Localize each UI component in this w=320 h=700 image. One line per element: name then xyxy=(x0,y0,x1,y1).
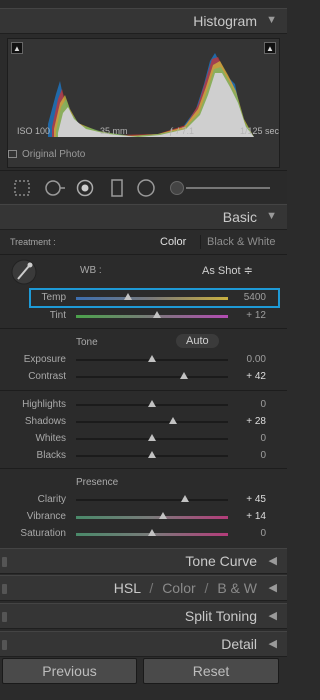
divider xyxy=(0,468,287,469)
histogram-panel: ▲ ▲ ISO 100 35 mm ƒ / 7.1 1/125 sec Orig… xyxy=(7,38,280,168)
temp-label: Temp xyxy=(41,292,66,303)
expand-triangle-icon[interactable]: ◀ xyxy=(269,609,277,622)
red-eye-icon[interactable] xyxy=(76,179,94,197)
tint-label: Tint xyxy=(49,310,66,321)
temp-value[interactable]: 5400 xyxy=(231,292,266,303)
collapse-triangle-icon[interactable]: ▼ xyxy=(266,210,277,222)
exposure-slider-thumb[interactable] xyxy=(148,355,156,362)
adjustment-brush-icon[interactable] xyxy=(170,179,270,197)
highlights-slider-thumb[interactable] xyxy=(148,400,156,407)
expand-triangle-icon[interactable]: ◀ xyxy=(269,637,277,650)
highlights-label: Highlights xyxy=(22,399,66,410)
radial-filter-icon[interactable] xyxy=(137,179,155,197)
checkbox-icon[interactable] xyxy=(8,150,17,158)
vibrance-value[interactable]: + 14 xyxy=(231,511,266,522)
wb-eyedropper-icon[interactable] xyxy=(10,258,38,286)
exposure-value[interactable]: 0.00 xyxy=(231,354,266,365)
reset-button[interactable]: Reset xyxy=(143,658,279,684)
tool-strip xyxy=(0,170,287,203)
saturation-slider-thumb[interactable] xyxy=(148,529,156,536)
tint-slider[interactable] xyxy=(76,315,228,318)
saturation-label: Saturation xyxy=(20,528,66,539)
contrast-value[interactable]: + 42 xyxy=(231,371,266,382)
split-toning-header[interactable]: Split Toning ◀ xyxy=(0,603,287,629)
whites-value[interactable]: 0 xyxy=(231,433,266,444)
spot-removal-icon[interactable] xyxy=(44,179,66,197)
shadows-slider[interactable] xyxy=(76,421,228,423)
divider xyxy=(0,390,287,391)
shadows-slider-thumb[interactable] xyxy=(169,417,178,424)
shadows-value[interactable]: + 28 xyxy=(231,416,266,427)
presence-group-title: Presence xyxy=(76,477,119,488)
basic-header[interactable]: Basic ▼ xyxy=(0,204,287,230)
clarity-slider[interactable] xyxy=(76,499,228,501)
aperture-value: ƒ / 7.1 xyxy=(169,126,195,136)
shadow-clipping-button[interactable]: ▲ xyxy=(11,42,23,54)
exposure-label: Exposure xyxy=(23,354,66,365)
blacks-slider-thumb[interactable] xyxy=(148,451,156,458)
temp-slider-thumb[interactable] xyxy=(124,293,132,300)
expand-triangle-icon[interactable]: ◀ xyxy=(269,554,277,567)
tone-curve-header[interactable]: Tone Curve ◀ xyxy=(0,548,287,574)
vibrance-slider-thumb[interactable] xyxy=(158,512,167,519)
treatment-label: Treatment : xyxy=(10,237,56,247)
clarity-label: Clarity xyxy=(37,494,66,505)
contrast-label: Contrast xyxy=(28,371,66,382)
original-photo-toggle[interactable]: Original Photo xyxy=(8,149,85,160)
tone-group-title: Tone xyxy=(76,337,98,348)
treatment-bw-option[interactable]: Black & White xyxy=(200,235,281,249)
vibrance-label: Vibrance xyxy=(26,511,66,522)
tint-value[interactable]: + 12 xyxy=(231,310,266,321)
shadows-label: Shadows xyxy=(24,416,66,427)
contrast-slider-thumb[interactable] xyxy=(179,372,188,379)
divider xyxy=(0,254,287,255)
panel-switch-icon[interactable] xyxy=(2,584,7,594)
graduated-filter-icon[interactable] xyxy=(108,179,126,197)
wb-label: WB : xyxy=(80,265,102,276)
temp-slider[interactable] xyxy=(76,297,228,300)
panel-switch-icon[interactable] xyxy=(2,640,7,650)
histogram-header[interactable]: Histogram ▼ xyxy=(0,8,287,34)
hsl-tab[interactable]: HSL xyxy=(114,580,141,596)
whites-slider-thumb[interactable] xyxy=(148,434,156,441)
auto-tone-button[interactable]: Auto xyxy=(176,334,219,348)
blacks-value[interactable]: 0 xyxy=(231,450,266,461)
crop-icon[interactable] xyxy=(13,179,31,197)
histogram-title: Histogram xyxy=(193,13,257,29)
original-photo-label: Original Photo xyxy=(22,149,86,160)
detail-title: Detail xyxy=(221,636,257,652)
focal-length: 35 mm xyxy=(100,126,128,136)
treatment-color-option[interactable]: Color xyxy=(160,236,186,248)
previous-button[interactable]: Previous xyxy=(2,658,137,684)
hsl-separator: / xyxy=(149,580,154,596)
histogram-graph xyxy=(48,53,254,137)
panel-switch-icon[interactable] xyxy=(2,557,7,567)
shutter-value: 1/125 sec xyxy=(239,126,279,136)
highlight-clipping-button[interactable]: ▲ xyxy=(264,42,276,54)
tone-curve-title: Tone Curve xyxy=(185,553,257,569)
bw-tab[interactable]: B & W xyxy=(217,580,257,596)
clarity-slider-thumb[interactable] xyxy=(181,495,190,502)
collapse-triangle-icon[interactable]: ▼ xyxy=(266,14,277,26)
color-tab[interactable]: Color xyxy=(162,580,195,596)
basic-title: Basic xyxy=(222,209,257,225)
contrast-slider[interactable] xyxy=(76,376,228,378)
iso-value: ISO 100 xyxy=(17,126,51,136)
treatment-row: Treatment : Color Black & White xyxy=(0,232,287,252)
highlights-value[interactable]: 0 xyxy=(231,399,266,410)
detail-header[interactable]: Detail ◀ xyxy=(0,631,287,657)
whites-label: Whites xyxy=(35,433,66,444)
tint-slider-thumb[interactable] xyxy=(153,311,161,318)
hsl-separator: / xyxy=(204,580,209,596)
expand-triangle-icon[interactable]: ◀ xyxy=(269,581,277,594)
split-toning-title: Split Toning xyxy=(184,608,257,624)
vibrance-slider[interactable] xyxy=(76,516,228,519)
wb-dropdown[interactable]: As Shot ≑ xyxy=(202,264,253,277)
hsl-header[interactable]: HSL / Color / B & W ◀ xyxy=(0,575,287,601)
blacks-label: Blacks xyxy=(36,450,66,461)
divider xyxy=(0,328,287,329)
clarity-value[interactable]: + 45 xyxy=(231,494,266,505)
panel-switch-icon[interactable] xyxy=(2,612,7,622)
saturation-value[interactable]: 0 xyxy=(231,528,266,539)
